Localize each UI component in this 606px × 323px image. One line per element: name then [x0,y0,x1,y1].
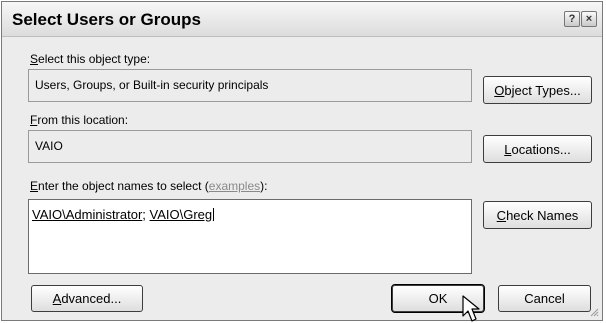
location-label: From this location: [30,113,128,127]
object-type-field: Users, Groups, or Built-in security prin… [28,69,472,102]
advanced-button[interactable]: Advanced... [31,285,143,312]
resize-grip-icon[interactable] [589,307,599,317]
locations-accel: L [504,141,512,157]
cancel-button-label: Cancel [524,291,565,306]
close-button[interactable]: × [581,11,597,27]
examples-link[interactable]: examples [209,179,260,193]
object-names-accel: E [30,179,39,193]
location-value: VAIO [35,139,63,153]
object-name-separator: ; [142,207,150,222]
object-names-label: Enter the object names to select (exampl… [30,179,267,193]
object-types-button[interactable]: Object Types... [483,76,592,104]
location-field: VAIO [28,130,472,163]
object-type-accel: S [30,52,39,66]
object-types-accel: O [494,82,505,98]
location-label-text: rom this location: [37,113,129,127]
object-types-button-label: bject Types... [504,82,581,98]
locations-button[interactable]: Locations... [483,135,592,163]
check-names-accel: C [496,207,507,223]
object-names-label-text: nter the object names to select ( [38,179,209,193]
help-button[interactable]: ? [564,11,580,27]
object-names-label-end: ): [260,179,268,193]
locations-button-label: ocations... [511,141,571,157]
ok-button-label: OK [428,291,448,306]
cancel-button[interactable]: Cancel [498,285,591,312]
text-caret [213,208,215,221]
close-icon: × [585,12,593,25]
check-names-button[interactable]: Check Names [483,201,592,229]
dialog-title: Select Users or Groups [12,10,201,29]
advanced-button-label: dvanced... [61,291,122,306]
check-names-button-label: heck Names [506,207,579,223]
object-names-input[interactable]: VAIO\Administrator; VAIO\Greg [28,199,472,274]
title-bar: Select Users or Groups ? × [2,2,602,37]
object-type-value: Users, Groups, or Built-in security prin… [35,78,269,92]
object-type-label-text: elect this object type: [38,52,151,66]
help-icon: ? [568,12,576,25]
object-name-entry: VAIO\Administrator [32,207,143,222]
object-type-label: Select this object type: [30,52,150,66]
select-users-dialog: Select Users or Groups ? × Select this o… [1,1,603,322]
mouse-pointer-icon [462,295,480,322]
object-name-entry: VAIO\Greg [149,207,213,222]
advanced-accel: A [52,291,62,306]
